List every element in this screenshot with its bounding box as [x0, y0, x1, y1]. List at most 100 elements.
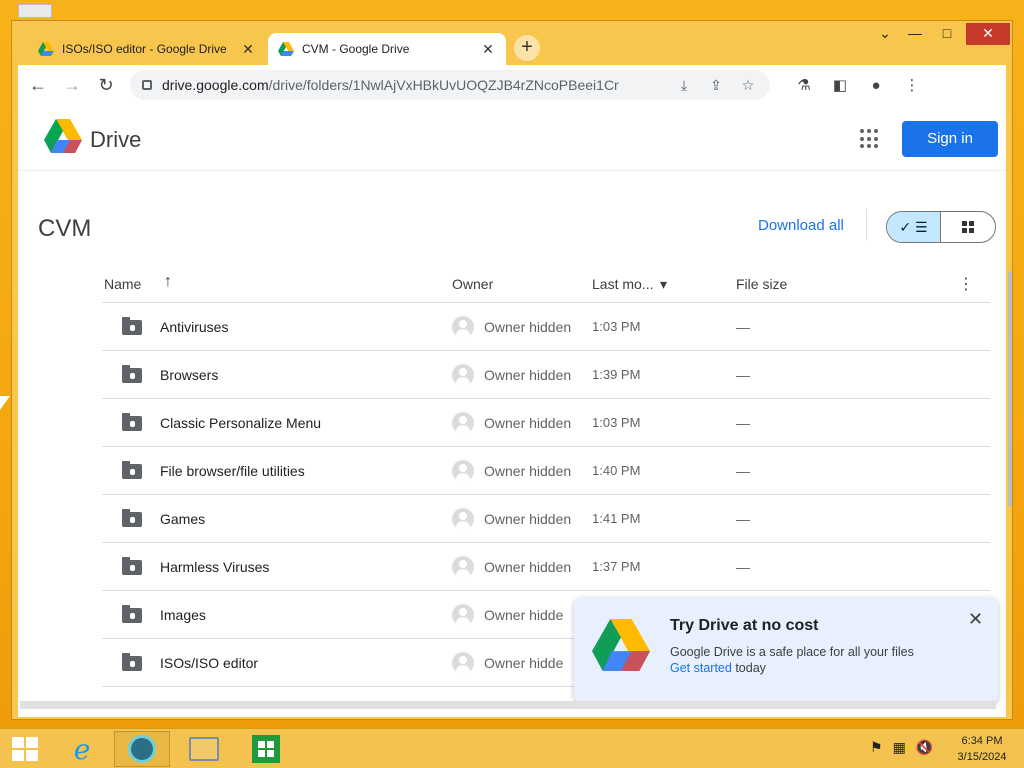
minimize-button[interactable]: — — [900, 23, 930, 45]
share-icon[interactable]: ⇪ — [706, 75, 726, 95]
internet-explorer-icon[interactable]: e — [54, 731, 110, 767]
back-arrow-icon[interactable]: ← — [24, 71, 52, 99]
size-text: — — [736, 367, 750, 383]
maximize-button[interactable]: □ — [932, 23, 962, 45]
owner-text: Owner hidden — [484, 463, 572, 479]
size-text: — — [736, 511, 750, 527]
size-text: — — [736, 559, 750, 575]
tab-title: CVM - Google Drive — [302, 42, 410, 56]
tab-cvm[interactable]: CVM - Google Drive ✕ — [268, 33, 506, 65]
shared-folder-icon — [122, 461, 142, 479]
close-icon[interactable]: ✕ — [968, 609, 983, 630]
list-icon: ☰ — [915, 218, 928, 235]
side-panel-icon[interactable]: ◧ — [826, 71, 854, 99]
avatar-icon — [452, 460, 474, 482]
reload-icon[interactable]: ↻ — [92, 71, 120, 99]
address-bar[interactable]: drive.google.com/drive/folders/1NwlAjVxH… — [130, 70, 770, 100]
owner-text: Owner hidden — [484, 367, 572, 383]
profile-icon[interactable]: ● — [862, 71, 890, 99]
clock[interactable]: 6:34 PM 3/15/2024 — [950, 733, 1014, 765]
file-name[interactable]: Antiviruses — [160, 319, 228, 335]
file-name[interactable]: Images — [160, 607, 206, 623]
tab-close-icon[interactable]: ✕ — [480, 41, 496, 58]
table-row[interactable]: File browser/file utilities Owner hidden… — [102, 447, 990, 495]
file-name[interactable]: ISOs/ISO editor — [160, 655, 258, 671]
tab-search-icon[interactable]: ⌄ — [870, 23, 900, 45]
sort-dropdown-icon[interactable]: ▾ — [660, 276, 667, 293]
clock-time: 6:34 PM — [961, 735, 1003, 747]
avatar-icon — [452, 556, 474, 578]
more-options-icon[interactable]: ⋮ — [958, 274, 974, 294]
modified-text: 1:41 PM — [592, 511, 641, 526]
file-name[interactable]: Classic Personalize Menu — [160, 415, 321, 431]
size-text: — — [736, 319, 750, 335]
file-name[interactable]: File browser/file utilities — [160, 463, 305, 479]
file-name[interactable]: Harmless Viruses — [160, 559, 269, 575]
table-row[interactable]: Classic Personalize Menu Owner hidden 1:… — [102, 399, 990, 447]
grid-view-button[interactable] — [941, 212, 995, 242]
extensions-icon[interactable]: ⚗ — [790, 71, 818, 99]
install-app-icon[interactable]: ⤓ — [674, 75, 694, 95]
tab-isos-editor[interactable]: ISOs/ISO editor - Google Drive ✕ — [28, 33, 266, 65]
table-row[interactable]: Browsers Owner hidden 1:39 PM — — [102, 351, 990, 399]
new-tab-button[interactable]: + — [514, 35, 540, 61]
column-name[interactable]: Name — [104, 276, 141, 292]
promo-text: Google Drive is a safe place for all you… — [670, 645, 914, 659]
drive-favicon-icon — [278, 42, 294, 56]
avatar-icon — [452, 604, 474, 626]
url-text[interactable]: drive.google.com/drive/folders/1NwlAjVxH… — [162, 77, 666, 93]
avatar-icon — [452, 316, 474, 338]
table-row[interactable]: Games Owner hidden 1:41 PM — — [102, 495, 990, 543]
avatar-icon — [452, 412, 474, 434]
size-text: — — [736, 463, 750, 479]
modified-text: 1:37 PM — [592, 559, 641, 574]
owner-text: Owner hidden — [484, 559, 572, 575]
get-started-link[interactable]: Get started — [670, 661, 732, 675]
start-button[interactable] — [12, 737, 38, 761]
modified-text: 1:39 PM — [592, 367, 641, 382]
modified-text: 1:03 PM — [592, 319, 641, 334]
check-icon: ✓ — [899, 218, 912, 235]
sign-in-button[interactable]: Sign in — [902, 121, 998, 157]
browser-toolbar: ← → ↻ drive.google.com/drive/folders/1Nw… — [18, 65, 1006, 105]
file-name[interactable]: Games — [160, 511, 205, 527]
drive-header: Drive Sign in — [18, 105, 1006, 171]
system-tray: ⚑ ▦ 🔇 — [870, 739, 933, 756]
network-icon[interactable]: ▦ — [893, 739, 906, 756]
grid-icon — [962, 221, 974, 233]
file-explorer-icon[interactable] — [176, 731, 232, 767]
column-file-size: File size — [736, 276, 788, 292]
lock-icon[interactable] — [142, 80, 152, 90]
close-window-button[interactable]: ✕ — [966, 23, 1010, 45]
drive-favicon-icon — [38, 42, 54, 56]
action-center-flag-icon[interactable]: ⚑ — [870, 739, 883, 756]
shared-folder-icon — [122, 317, 142, 335]
sort-arrow-icon[interactable]: ↑ — [164, 273, 172, 291]
list-view-button[interactable]: ✓ ☰ — [887, 212, 942, 242]
google-apps-icon[interactable] — [860, 129, 880, 149]
file-name[interactable]: Browsers — [160, 367, 218, 383]
shared-folder-icon — [122, 605, 142, 623]
column-last-modified[interactable]: Last mo... — [592, 276, 653, 292]
vertical-scrollbar[interactable] — [1008, 271, 1012, 507]
modified-text: 1:40 PM — [592, 463, 641, 478]
browser-menu-icon[interactable]: ⋮ — [898, 71, 926, 99]
avatar-icon — [452, 508, 474, 530]
drive-brand-text[interactable]: Drive — [90, 127, 141, 153]
media-player-icon[interactable] — [114, 731, 170, 767]
shared-folder-icon — [122, 557, 142, 575]
horizontal-scrollbar[interactable] — [20, 701, 996, 709]
table-row[interactable]: Harmless Viruses Owner hidden 1:37 PM — — [102, 543, 990, 591]
download-all-button[interactable]: Download all — [758, 217, 844, 234]
forward-arrow-icon[interactable]: → — [58, 71, 86, 99]
tab-close-icon[interactable]: ✕ — [240, 41, 256, 58]
table-row[interactable]: Antiviruses Owner hidden 1:03 PM — — [102, 303, 990, 351]
volume-muted-icon[interactable]: 🔇 — [916, 739, 933, 756]
desktop-shortcut-icon[interactable] — [18, 4, 52, 18]
drive-logo-icon[interactable] — [44, 119, 82, 153]
bookmark-star-icon[interactable]: ☆ — [738, 75, 758, 95]
store-icon[interactable] — [238, 731, 294, 767]
promo-title: Try Drive at no cost — [670, 617, 819, 634]
browser-window: ISOs/ISO editor - Google Drive ✕ CVM - G… — [11, 20, 1013, 720]
shared-folder-icon — [122, 509, 142, 527]
